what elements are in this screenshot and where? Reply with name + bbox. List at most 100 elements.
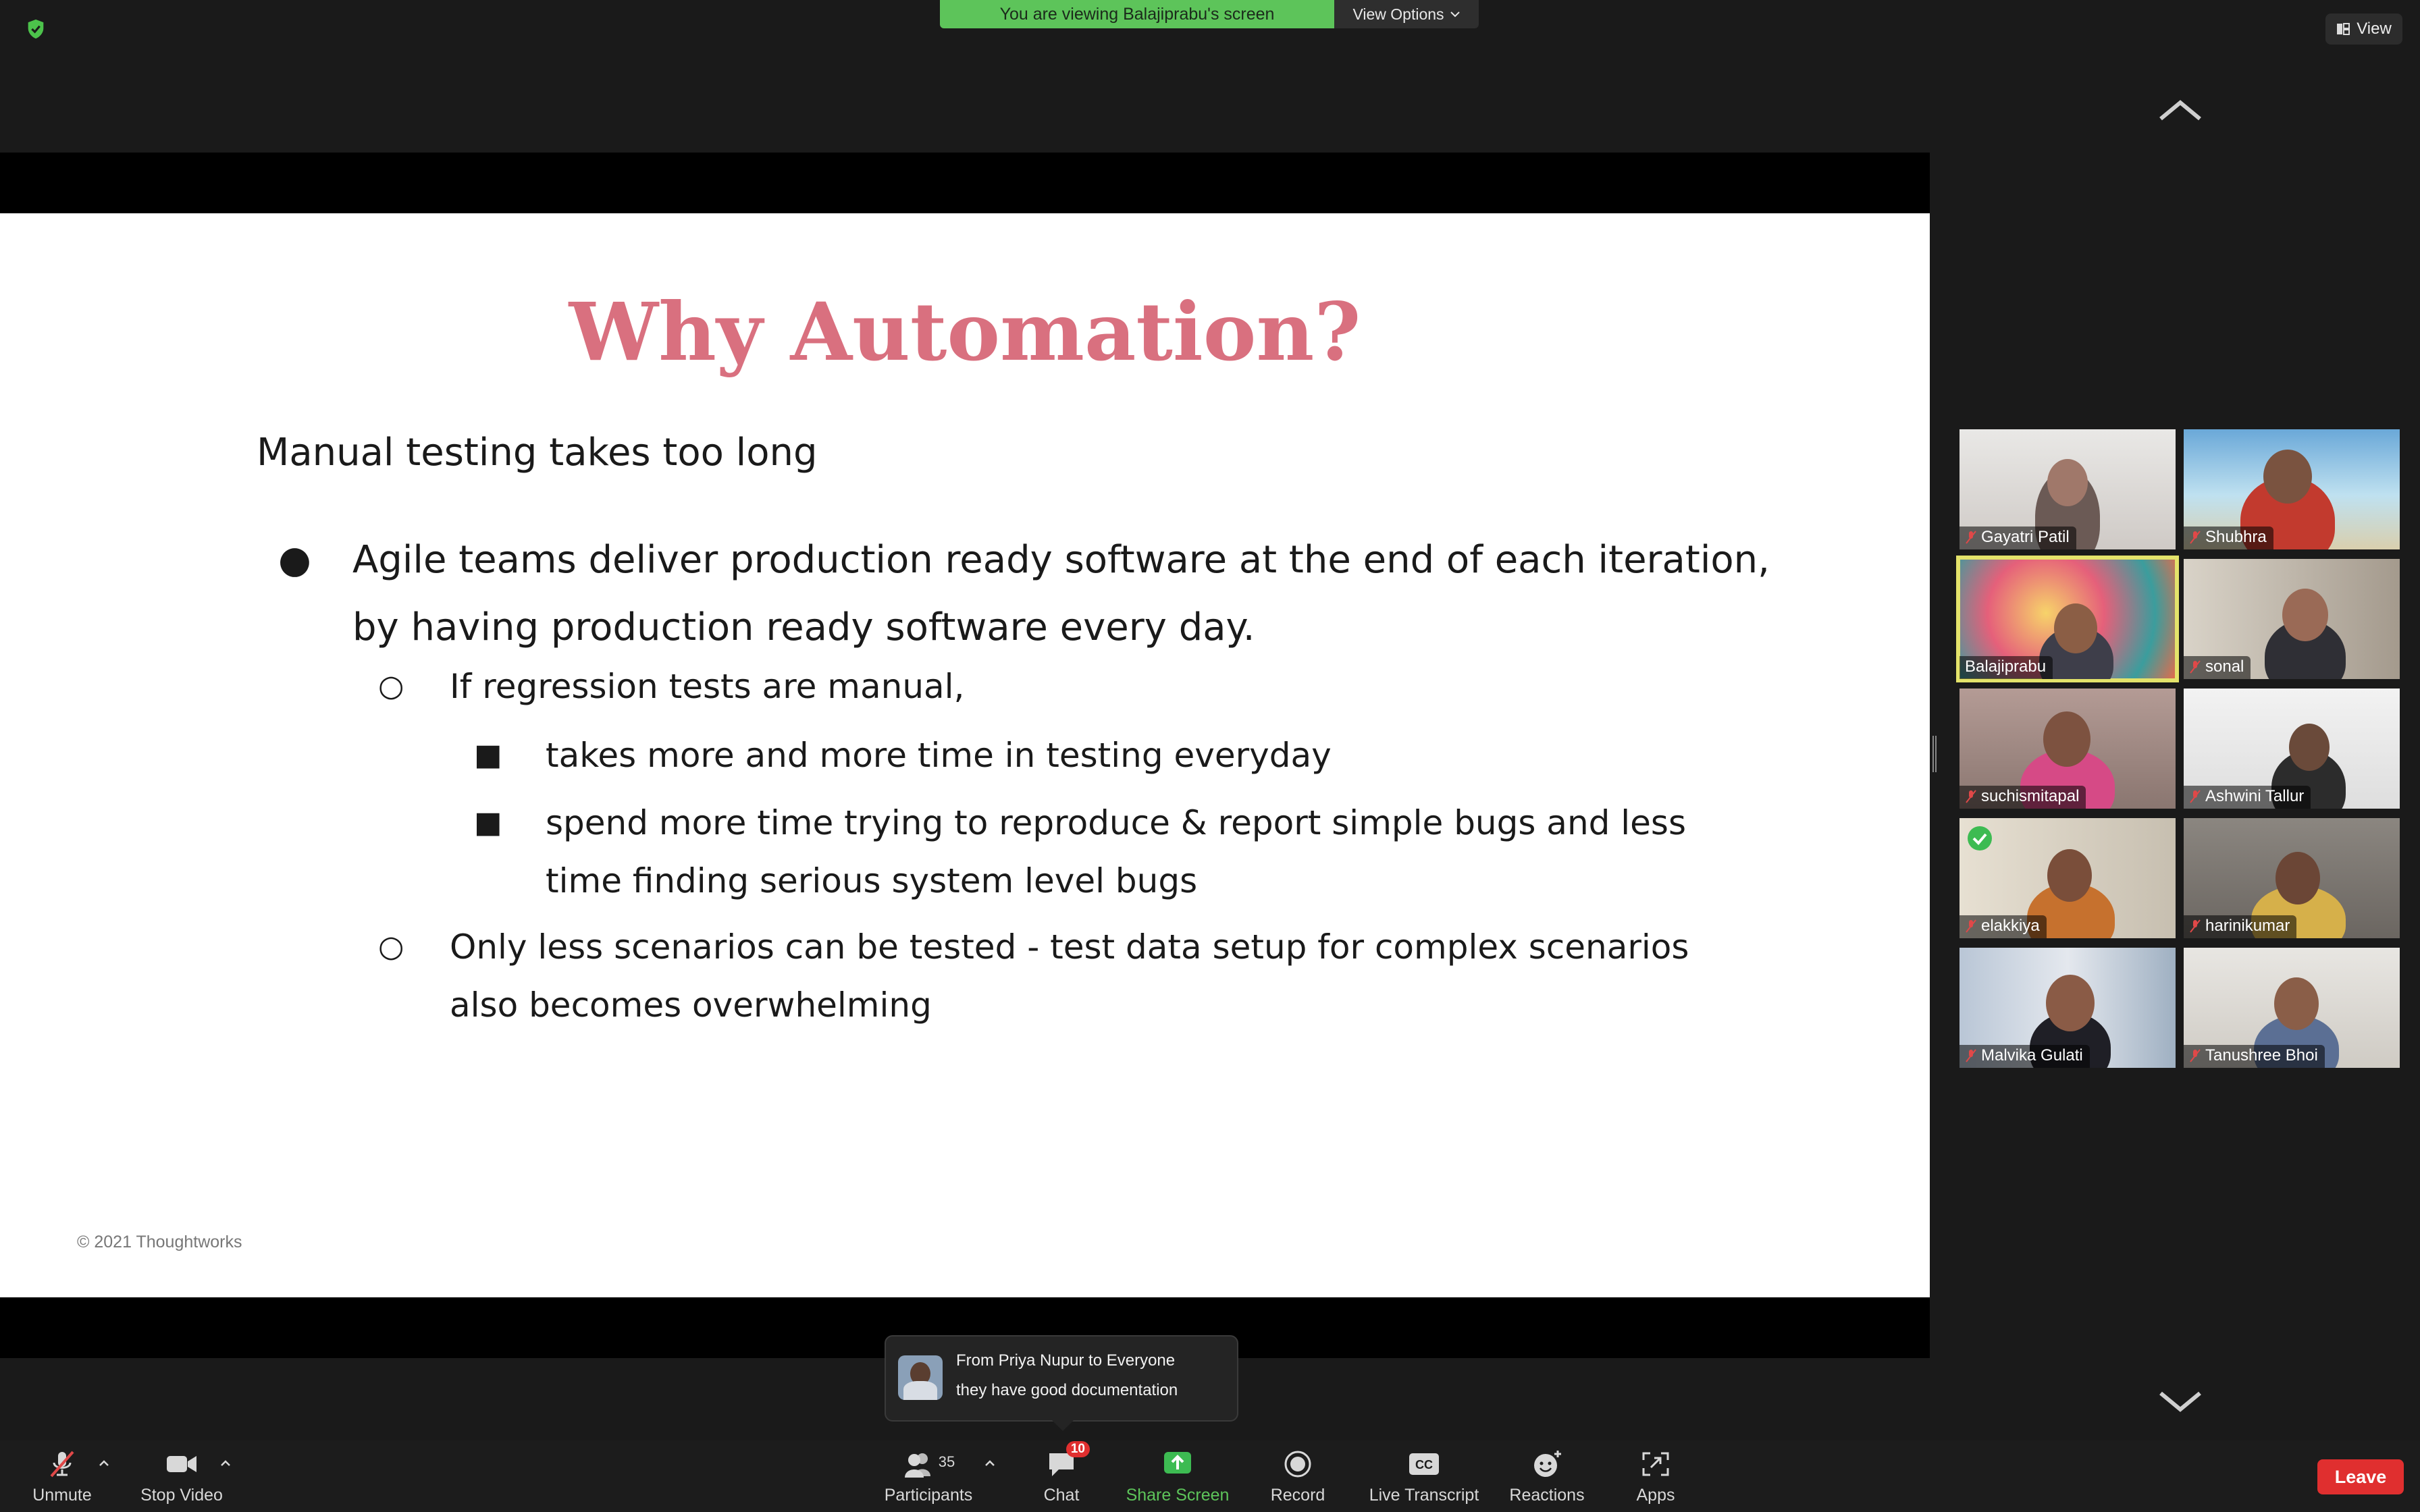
record-icon <box>1284 1451 1311 1478</box>
participants-icon <box>904 1453 930 1478</box>
participant-name-tag: Tanushree Bhoi <box>2184 1045 2325 1068</box>
chat-label: Chat <box>1043 1486 1080 1505</box>
closed-captions-icon: CC <box>1409 1453 1439 1475</box>
participant-tile[interactable]: Tanushree Bhoi <box>2184 948 2400 1068</box>
live-transcript-button[interactable]: CC Live Transcript <box>1359 1440 1490 1512</box>
slide-item: takes more and more time in testing ever… <box>546 736 1332 775</box>
muted-mic-icon <box>2190 531 2201 544</box>
security-shield-icon[interactable] <box>24 18 47 40</box>
participant-name-tag: elakkiya <box>1959 915 2047 938</box>
layout-icon <box>2337 23 2350 35</box>
sender-avatar <box>898 1355 943 1400</box>
participant-name: suchismitapal <box>1981 787 2080 805</box>
reactions-button[interactable]: Reactions <box>1503 1440 1591 1512</box>
split-view-drag-handle[interactable] <box>1932 736 1937 772</box>
view-options-button[interactable]: View Options <box>1334 0 1479 28</box>
video-options-chevron-icon[interactable] <box>217 1455 234 1472</box>
participant-name: elakkiya <box>1981 917 2040 935</box>
share-screen-button[interactable]: Share Screen <box>1118 1440 1237 1512</box>
slide-bullet: Agile teams deliver production ready sof… <box>352 538 1770 649</box>
slide-sub-bullet: Only less scenarios can be tested - test… <box>450 927 1689 1025</box>
slide-item: spend more time trying to reproduce & re… <box>546 803 1687 900</box>
participants-label: Participants <box>884 1486 973 1505</box>
participant-tile[interactable]: sonal <box>2184 559 2400 679</box>
participants-count: 35 <box>938 1453 955 1470</box>
participant-name: Tanushree Bhoi <box>2205 1046 2318 1064</box>
share-screen-label: Share Screen <box>1126 1486 1230 1505</box>
slide-title: Why Automation? <box>569 285 1361 379</box>
sub-bullet-marker: ○ <box>378 929 404 964</box>
slide-sub-bullet: If regression tests are manual, <box>450 667 965 706</box>
record-button[interactable]: Record <box>1264 1440 1332 1512</box>
muted-mic-icon <box>2190 919 2201 933</box>
shared-screen-letterbox-top <box>0 153 1930 213</box>
slide-copyright: © 2021 Thoughtworks <box>77 1233 242 1251</box>
unmute-label: Unmute <box>32 1486 92 1505</box>
slide-intro: Manual testing takes too long <box>257 431 818 475</box>
participant-name: Shubhra <box>2205 528 2267 546</box>
gallery-scroll-up-icon[interactable] <box>2158 99 2203 122</box>
participant-tile[interactable]: Malvika Gulati <box>1959 948 2176 1068</box>
svg-text:CC: CC <box>1415 1458 1433 1472</box>
reactions-label: Reactions <box>1509 1486 1585 1505</box>
participant-name: harinikumar <box>2205 917 2290 935</box>
apps-icon <box>1642 1452 1669 1476</box>
chat-message: they have good documentation <box>956 1381 1178 1399</box>
video-camera-icon <box>167 1456 196 1472</box>
apps-button[interactable]: Apps <box>1625 1440 1687 1512</box>
muted-mic-icon <box>2190 790 2201 803</box>
participant-tile-active-speaker[interactable]: Balajiprabu <box>1956 556 2179 682</box>
viewing-screen-banner: You are viewing Balajiprabu's screen <box>940 0 1334 28</box>
participant-name-tag: sonal <box>2184 656 2251 679</box>
participant-tile[interactable]: Shubhra <box>2184 429 2400 549</box>
view-options-label: View Options <box>1352 5 1444 23</box>
participants-options-chevron-icon[interactable] <box>982 1455 998 1472</box>
muted-mic-icon <box>1966 1049 1976 1062</box>
check-badge-icon <box>1968 826 1992 850</box>
chat-button[interactable]: 10 Chat <box>1033 1440 1090 1512</box>
participant-tile[interactable]: harinikumar <box>2184 818 2400 938</box>
participant-name-tag: suchismitapal <box>1959 786 2086 809</box>
chat-sender-line: From Priya Nupur to Everyone <box>956 1351 1176 1370</box>
participant-tile[interactable]: elakkiya <box>1959 818 2176 938</box>
chevron-down-icon <box>1450 11 1460 18</box>
chat-unread-badge: 10 <box>1066 1441 1090 1457</box>
participant-tile[interactable]: Ashwini Tallur <box>2184 688 2400 809</box>
view-layout-button[interactable]: View <box>2325 14 2402 45</box>
participant-name: Balajiprabu <box>1965 657 2047 676</box>
unmute-button[interactable]: Unmute <box>24 1440 100 1512</box>
item-bullet-marker: ■ <box>474 738 502 772</box>
participant-name: sonal <box>2205 657 2244 676</box>
smiley-face-icon <box>1534 1451 1561 1477</box>
live-transcript-label: Live Transcript <box>1369 1486 1479 1505</box>
muted-mic-icon <box>2190 1049 2201 1062</box>
leave-button[interactable]: Leave <box>2317 1459 2404 1494</box>
participant-name-tag: Shubhra <box>2184 526 2273 549</box>
stop-video-button[interactable]: Stop Video <box>135 1440 228 1512</box>
muted-mic-icon <box>1966 919 1976 933</box>
muted-mic-icon <box>2190 660 2201 674</box>
share-screen-icon <box>1164 1452 1191 1474</box>
participant-name: Malvika Gulati <box>1981 1046 2083 1064</box>
microphone-muted-icon <box>50 1451 74 1478</box>
participant-name-tag: Balajiprabu <box>1959 656 2053 679</box>
participant-name-tag: Ashwini Tallur <box>2184 786 2311 809</box>
participants-button[interactable]: 35 Participants <box>878 1440 979 1512</box>
apps-label: Apps <box>1636 1486 1675 1505</box>
muted-mic-icon <box>1966 531 1976 544</box>
participant-name-tag: Gayatri Patil <box>1959 526 2076 549</box>
participant-name: Gayatri Patil <box>1981 528 2070 546</box>
view-label: View <box>2357 20 2392 38</box>
participant-name-tag: harinikumar <box>2184 915 2297 938</box>
sub-bullet-marker: ○ <box>378 669 404 703</box>
participant-name: Ashwini Tallur <box>2205 787 2305 805</box>
chat-notification[interactable]: From Priya Nupur to Everyone they have g… <box>885 1335 1238 1422</box>
participant-tile[interactable]: Gayatri Patil <box>1959 429 2176 549</box>
participant-tile[interactable]: suchismitapal <box>1959 688 2176 809</box>
shared-slide: Why Automation? Manual testing takes too… <box>0 213 1930 1297</box>
item-bullet-marker: ■ <box>474 805 502 840</box>
record-label: Record <box>1270 1486 1325 1505</box>
gallery-scroll-down-icon[interactable] <box>2158 1390 2203 1413</box>
audio-options-chevron-icon[interactable] <box>96 1455 112 1472</box>
bullet-marker: ● <box>278 538 311 582</box>
